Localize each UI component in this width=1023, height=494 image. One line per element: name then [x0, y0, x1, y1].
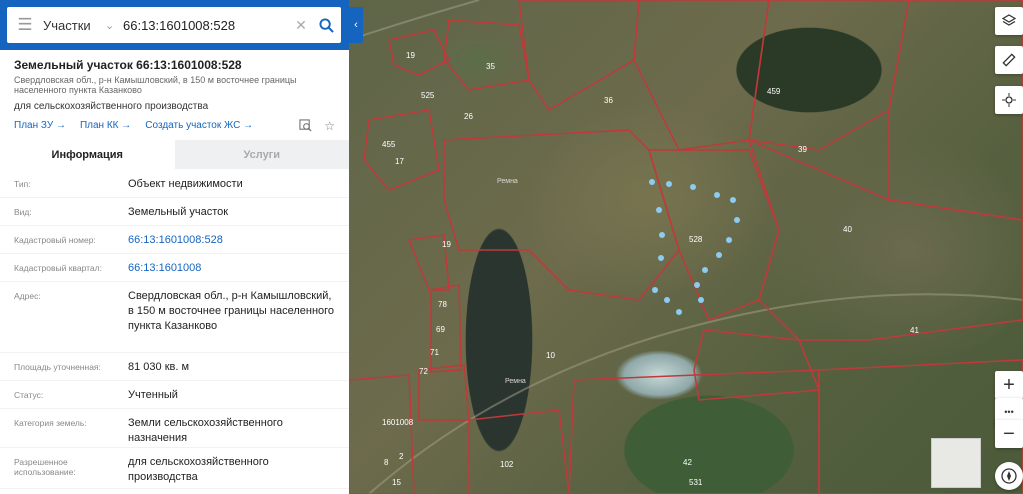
parcel-label: 10 [546, 351, 555, 360]
row-label: Адрес: [14, 291, 41, 301]
parcel-label: 19 [406, 51, 415, 60]
row-status: Статус: Учтенный [0, 381, 349, 409]
row-label: Площадь уточненная: [14, 362, 101, 372]
clear-icon[interactable]: ✕ [291, 17, 311, 34]
parcel-label: 26 [464, 112, 473, 121]
card-actions: ☆ [299, 119, 335, 135]
parcel-label: 17 [395, 157, 404, 166]
parcel-label: 531 [689, 478, 703, 487]
parcel-label: 39 [798, 145, 807, 154]
card-purpose: для сельскохозяйственного производства [14, 101, 209, 112]
parcel-label: 78 [438, 300, 447, 309]
zoom-in-button[interactable]: + [995, 371, 1023, 399]
search-input[interactable]: 66:13:1601008:528 [123, 18, 291, 33]
card-address: Свердловская обл., р-н Камышловский, в 1… [14, 75, 297, 95]
info-panel: ☰ Участки ⌄ 66:13:1601008:528 ✕ Земельны… [0, 0, 349, 494]
menu-icon[interactable]: ☰ [7, 7, 43, 43]
row-kind: Вид: Земельный участок [0, 198, 349, 226]
layers-button[interactable] [995, 7, 1023, 35]
compass-button[interactable] [995, 462, 1023, 490]
row-area: Площадь уточненная: 81 030 кв. м [0, 353, 349, 381]
row-label: Статус: [14, 390, 44, 400]
parcel-label: 102 [500, 460, 514, 469]
search-icon[interactable] [311, 17, 341, 33]
parcel-label: 15 [392, 478, 401, 487]
plan-kk-link[interactable]: План КК → [80, 120, 131, 131]
star-icon[interactable]: ☆ [324, 119, 335, 135]
river-label: Ремна [505, 378, 526, 385]
parcel-label: 459 [767, 87, 781, 96]
parcel-label: 72 [419, 367, 428, 376]
river-label: Ремна [497, 178, 518, 185]
row-value: Земельный участок [128, 206, 229, 218]
search-box: ☰ Участки ⌄ 66:13:1601008:528 ✕ [7, 7, 341, 43]
collapse-panel-button[interactable]: ‹ [349, 7, 363, 43]
parcel-label: 525 [421, 91, 435, 100]
parcel-label: 42 [683, 458, 692, 467]
search-bar: ☰ Участки ⌄ 66:13:1601008:528 ✕ [0, 0, 349, 50]
row-label: Разрешенное использование: [14, 457, 76, 477]
card-links: План ЗУ → План КК → Создать участок ЖС → [14, 120, 253, 131]
row-label: Кадастровый квартал: [14, 263, 102, 273]
row-label: Кадастровый номер: [14, 235, 96, 245]
cadastral-number-link[interactable]: 66:13:1601008:528 [128, 226, 335, 253]
row-value: Учтенный [128, 389, 178, 401]
row-cadastral-number: Кадастровый номер: 66:13:1601008:528 [0, 226, 349, 254]
parcel-label: 35 [486, 62, 495, 71]
info-list: Тип: Объект недвижимости Вид: Земельный … [0, 170, 349, 489]
row-value: Земли сельскохозяйственного назначения [128, 417, 283, 444]
parcel-label-selected: 528 [689, 235, 703, 244]
tab-services[interactable]: Услуги [175, 140, 350, 169]
category-select[interactable]: Участки [43, 18, 105, 33]
parcel-label: 40 [843, 225, 852, 234]
row-value: Свердловская обл., р-н Камышловский, в 1… [128, 290, 335, 332]
row-land-category: Категория земель: Земли сельскохозяйстве… [0, 409, 349, 448]
parcel-label: 19 [442, 240, 451, 249]
parcel-label: 41 [910, 326, 919, 335]
zoom-to-object-icon[interactable] [299, 119, 312, 135]
map-view[interactable]: 19 35 36 525 26 17 455 39 40 459 528 19 … [349, 0, 1023, 494]
card-title: Земельный участок 66:13:1601008:528 [14, 58, 242, 72]
tab-info[interactable]: Информация [0, 140, 175, 169]
parcel-label: 69 [436, 325, 445, 334]
row-value: для сельскохозяйственного производства [128, 456, 269, 483]
row-type: Тип: Объект недвижимости [0, 170, 349, 198]
parcel-label: 2 [399, 452, 404, 461]
row-label: Тип: [14, 179, 31, 189]
row-label: Вид: [14, 207, 32, 217]
cadastral-quarter-link[interactable]: 66:13:1601008 [128, 254, 335, 281]
row-address: Адрес: Свердловская обл., р-н Камышловск… [0, 282, 349, 353]
parcel-label: 8 [384, 458, 389, 467]
parcel-label: 71 [430, 348, 439, 357]
row-permitted-use: Разрешенное использование: для сельскохо… [0, 448, 349, 489]
row-cadastral-quarter: Кадастровый квартал: 66:13:1601008 [0, 254, 349, 282]
locate-button[interactable] [995, 86, 1023, 114]
ruler-button[interactable] [995, 46, 1023, 74]
parcel-label: 36 [604, 96, 613, 105]
parcel-label: 455 [382, 140, 396, 149]
plan-zu-link[interactable]: План ЗУ → [14, 120, 66, 131]
tabs: Информация Услуги [0, 140, 349, 169]
chevron-down-icon[interactable]: ⌄ [105, 19, 123, 32]
minimap[interactable] [931, 438, 981, 488]
create-parcel-link[interactable]: Создать участок ЖС → [145, 120, 253, 131]
quarter-label: 1601008 [382, 418, 414, 427]
row-value: 81 030 кв. м [128, 361, 190, 373]
row-value: Объект недвижимости [128, 178, 243, 190]
zoom-out-button[interactable]: − [995, 420, 1023, 448]
row-label: Категория земель: [14, 418, 87, 428]
